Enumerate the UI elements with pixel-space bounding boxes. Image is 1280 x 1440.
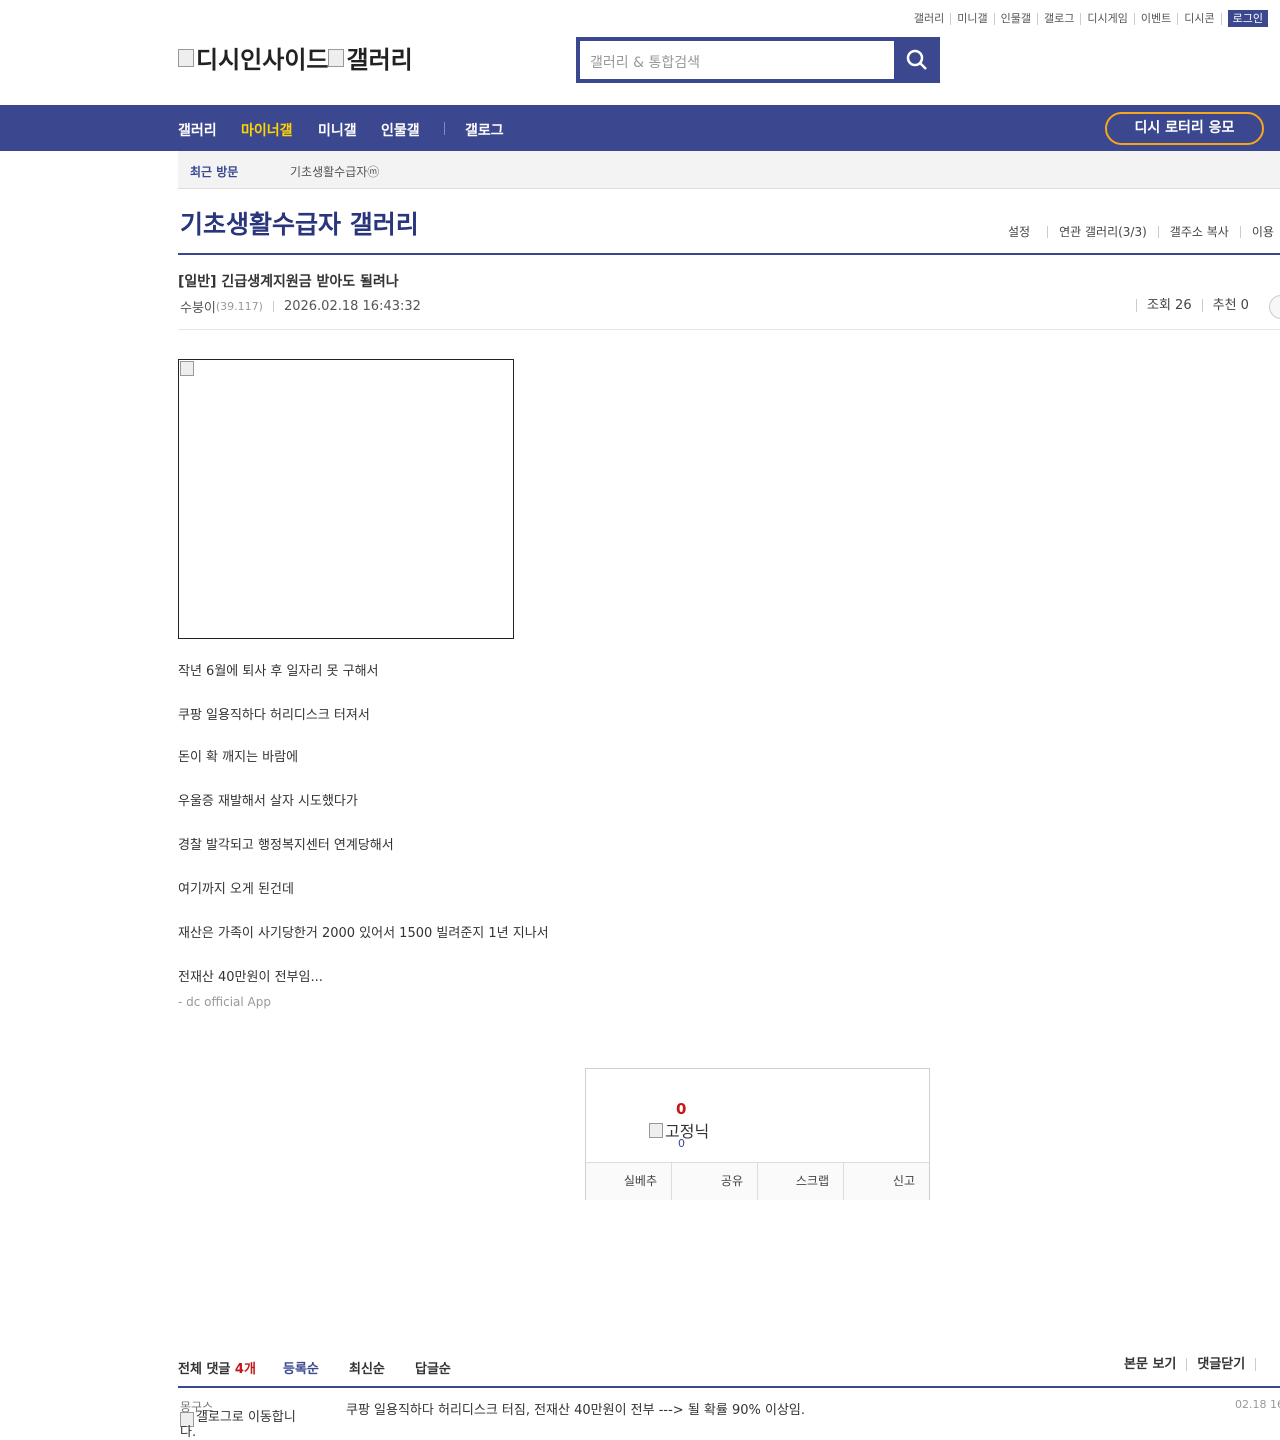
- sort-replies[interactable]: 답글순: [415, 1358, 451, 1377]
- comment-header: 전체 댓글 4개 등록순 최신순 답글순: [178, 1358, 1280, 1386]
- logo-gallery-alt: 갤러리: [346, 46, 413, 74]
- search-button[interactable]: [894, 37, 940, 83]
- post-paragraph: 재산은 가족이 사기당한거 2000 있어서 1500 빌려준지 1년 지나서: [178, 926, 549, 941]
- post-paragraph: 경찰 발각되고 행정복지센터 연계당해서: [178, 838, 394, 853]
- gnb-minigall[interactable]: 미니갤: [318, 120, 357, 140]
- gnb-gallog[interactable]: 갤로그: [465, 120, 504, 140]
- post-writer-info: 수붕이 (39.117) 2026.02.18 16:43:32: [180, 297, 421, 316]
- gallery-title[interactable]: 기초생활수급자 갤러리: [180, 205, 419, 241]
- title-divider: [178, 253, 1280, 255]
- toplink-gallery[interactable]: 갤러리: [908, 12, 952, 25]
- divider: [272, 301, 274, 312]
- site-logo[interactable]: 디시인사이드 갤러리: [178, 40, 413, 75]
- gallery-menu: 설정 연관 갤러리(3/3) 갤주소 복사 이용: [1008, 226, 1280, 238]
- search-placeholder: 갤러리 & 통합검색: [590, 55, 700, 71]
- toplink-minigall[interactable]: 미니갤: [951, 12, 995, 25]
- recent-visit-gallery[interactable]: 기초생활수급자ⓜ: [290, 163, 379, 180]
- more-options-button[interactable]: [1269, 295, 1280, 319]
- recent-visit-label[interactable]: 최근 방문: [190, 163, 238, 180]
- related-galleries-link[interactable]: 연관 갤러리(3/3): [1047, 226, 1158, 238]
- top-util-links: 갤러리 미니갤 인물갤 갤로그 디시게임 이벤트 디시콘 로그인: [908, 10, 1268, 27]
- comment-total-count: 4개: [234, 1362, 256, 1377]
- comment-extra-divider: [1255, 1358, 1276, 1371]
- comment-text: 쿠팡 일용직하다 허리디스크 터짐, 전재산 40만원이 전부 ---> 될 확…: [346, 1403, 806, 1418]
- gnb-gallery[interactable]: 갤러리: [178, 120, 217, 140]
- broken-image-icon: [328, 48, 345, 67]
- post-paragraph: 우울증 재발해서 살자 시도했다가: [178, 794, 358, 809]
- post-paragraph: 돈이 확 깨지는 바람에: [178, 750, 299, 765]
- comment-divider: [178, 1386, 1280, 1388]
- lottery-button[interactable]: 디시 로터리 응모: [1105, 112, 1264, 145]
- best-recommend-button[interactable]: 실베추: [586, 1163, 671, 1200]
- comment-date: 02.18 16: [1235, 1398, 1280, 1411]
- app-signature: - dc official App: [178, 995, 271, 1009]
- login-button[interactable]: 로그인: [1227, 10, 1268, 27]
- post-recommend: 추천 0: [1201, 299, 1259, 312]
- comment-header-actions: 본문 보기 댓글닫기: [1124, 1358, 1276, 1371]
- recommend-count: 0: [676, 1100, 687, 1118]
- gallog-link[interactable]: 갤로그로 이동합니다.: [180, 1410, 310, 1440]
- writer-ip: (39.117): [215, 300, 263, 313]
- toplink-dccon[interactable]: 디시콘: [1178, 12, 1222, 25]
- post-paragraph: 작년 6월에 퇴사 후 일자리 못 구해서: [178, 664, 379, 679]
- search-bar: 갤러리 & 통합검색: [576, 37, 940, 83]
- post-paragraph: 여기까지 오게 된건데: [178, 882, 294, 897]
- fixed-nick-alt: 고정닉: [665, 1122, 710, 1141]
- post-stats: 조회 26 추천 0: [1136, 299, 1259, 312]
- sort-latest[interactable]: 최신순: [349, 1358, 385, 1377]
- recent-visit-bar: 최근 방문 기초생활수급자ⓜ: [178, 151, 1280, 189]
- gnb-persongall[interactable]: 인물갤: [381, 120, 420, 140]
- post-date: 2026.02.18 16:43:32: [283, 299, 421, 314]
- copy-gallery-address-link[interactable]: 갤주소 복사: [1157, 226, 1240, 238]
- gnb-divider: [444, 122, 445, 135]
- gallog-alt: 갤로그로 이동합니다.: [180, 1410, 296, 1440]
- broken-image-icon: [649, 1122, 663, 1138]
- toplink-event[interactable]: 이벤트: [1135, 12, 1179, 25]
- report-button[interactable]: 신고: [843, 1163, 929, 1200]
- gnb-minorgall[interactable]: 마이너갤: [241, 120, 293, 140]
- search-input[interactable]: 갤러리 & 통합검색: [580, 41, 894, 79]
- post-paragraph: 전재산 40만원이 전부임...: [178, 970, 323, 985]
- gallery-settings-link[interactable]: 설정: [1008, 226, 1047, 238]
- post-header-divider: [178, 329, 1280, 330]
- post-paragraph: 쿠팡 일용직하다 허리디스크 터져서: [178, 708, 370, 723]
- view-body-link[interactable]: 본문 보기: [1124, 1358, 1186, 1371]
- toplink-dcgame[interactable]: 디시게임: [1081, 12, 1135, 25]
- gallery-usage-link[interactable]: 이용: [1239, 226, 1280, 238]
- sort-registered[interactable]: 등록순: [283, 1358, 319, 1377]
- fixed-nick-count: 0: [678, 1137, 685, 1150]
- global-nav: 갤러리 마이너갤 미니갤 인물갤 갤로그 디시 로터리 응모: [0, 105, 1280, 151]
- logo-site-alt: 디시인사이드: [196, 46, 329, 74]
- post-title: [일반] 긴급생계지원금 받아도 될려나: [178, 274, 399, 290]
- search-icon: [906, 49, 927, 70]
- toplink-persongall[interactable]: 인물갤: [995, 12, 1039, 25]
- comment-total: 전체 댓글 4개: [178, 1358, 256, 1377]
- broken-image-icon: [178, 48, 194, 67]
- close-comments-link[interactable]: 댓글닫기: [1186, 1358, 1255, 1371]
- scrap-button[interactable]: 스크랩: [757, 1163, 843, 1200]
- recommend-actions: 실베추 공유 스크랩 신고: [586, 1162, 929, 1200]
- post-image[interactable]: [178, 359, 514, 639]
- post-views: 조회 26: [1136, 299, 1202, 312]
- toplink-gallog[interactable]: 갤로그: [1038, 12, 1082, 25]
- share-button[interactable]: 공유: [671, 1163, 757, 1200]
- broken-image-icon: [180, 361, 194, 376]
- comment-total-label: 전체 댓글: [178, 1362, 231, 1377]
- recommend-box: 0 고정닉 0 실베추 공유 스크랩 신고: [585, 1068, 930, 1200]
- writer-nickname[interactable]: 수붕이: [180, 297, 216, 316]
